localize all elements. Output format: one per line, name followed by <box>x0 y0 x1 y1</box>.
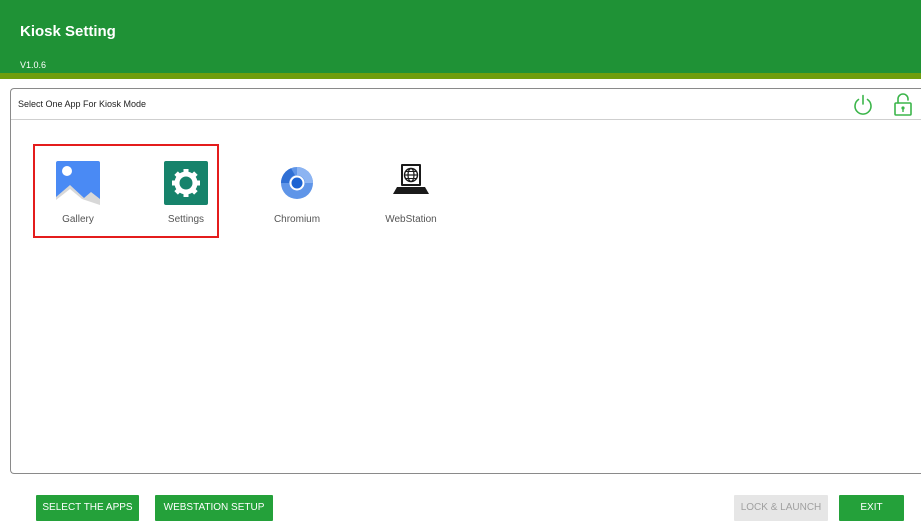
panel-title: Select One App For Kiosk Mode <box>18 99 147 109</box>
app-label: Chromium <box>273 214 321 225</box>
chromium-icon <box>281 167 313 199</box>
header-stripe <box>0 73 921 79</box>
webstation-icon <box>393 164 429 194</box>
app-label: WebStation <box>385 214 437 225</box>
select-apps-button[interactable]: SELECT THE APPS <box>36 495 139 521</box>
app-item-webstation[interactable]: WebStation <box>366 161 456 235</box>
panel-header: Select One App For Kiosk Mode <box>11 89 921 120</box>
power-icon[interactable] <box>851 93 875 117</box>
exit-button[interactable]: EXIT <box>839 495 904 521</box>
app-item-chromium[interactable]: Chromium <box>252 161 342 235</box>
webstation-setup-button[interactable]: WEBSTATION SETUP <box>155 495 273 521</box>
lock-icon[interactable] <box>892 92 914 117</box>
selection-highlight <box>33 144 219 238</box>
app-selection-panel: Select One App For Kiosk Mode Gallery Se… <box>10 88 921 474</box>
version-label: V1.0.6 <box>20 60 47 70</box>
app-header <box>0 0 921 73</box>
lock-launch-button[interactable]: LOCK & LAUNCH <box>734 495 828 521</box>
page-title: Kiosk Setting <box>20 23 116 40</box>
